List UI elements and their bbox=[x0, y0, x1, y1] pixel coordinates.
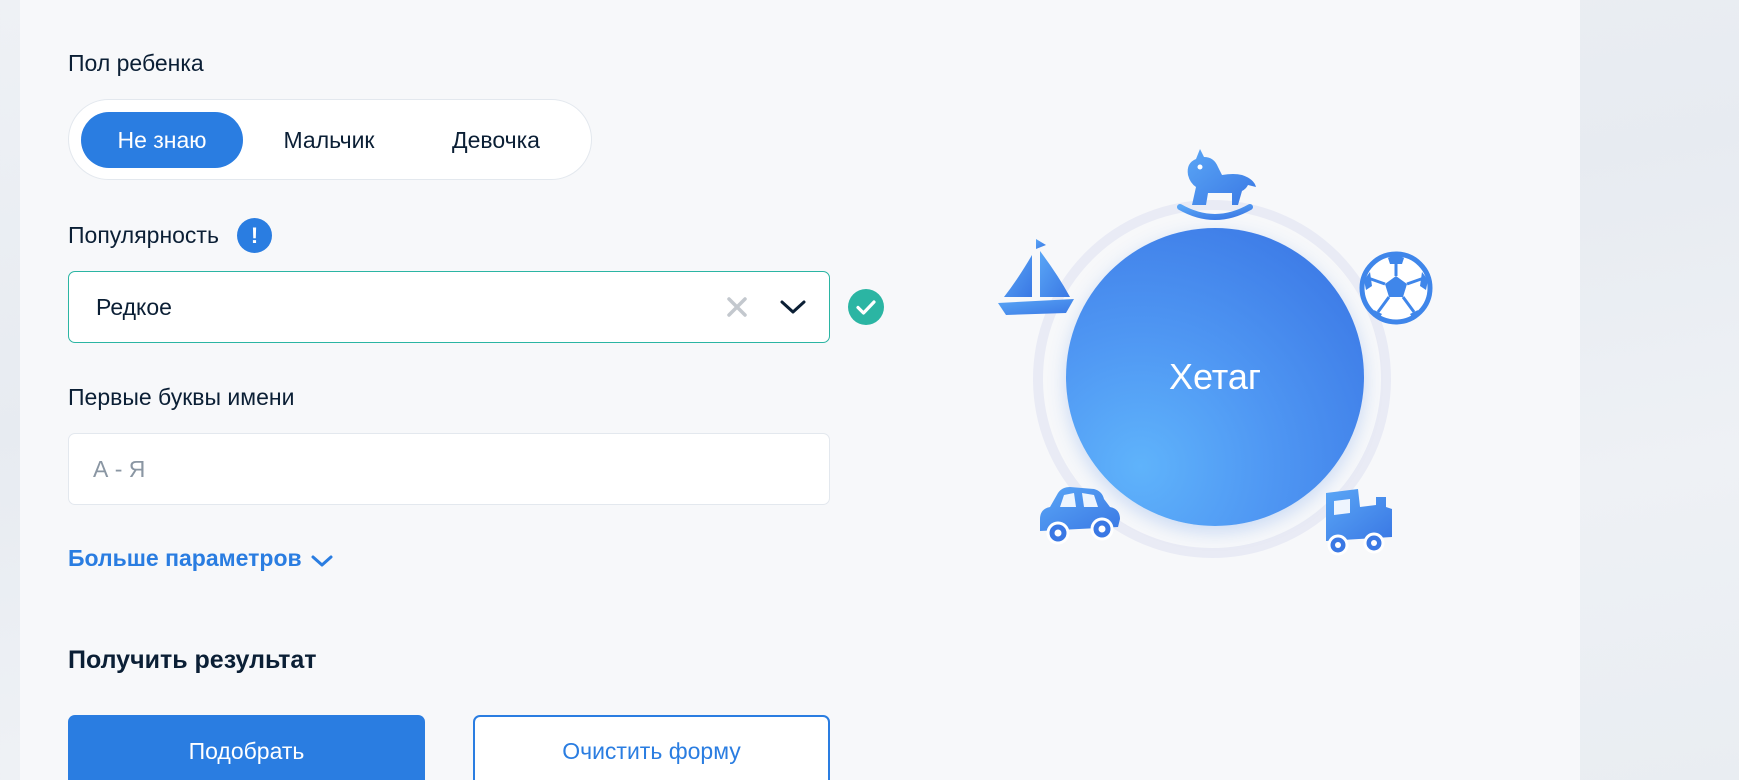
letters-input[interactable] bbox=[68, 433, 830, 505]
gender-segmented-control: Не знаю Мальчик Девочка bbox=[68, 99, 592, 180]
clear-form-button[interactable]: Очистить форму bbox=[473, 715, 830, 780]
chevron-down-icon[interactable] bbox=[778, 295, 808, 319]
submit-button[interactable]: Подобрать bbox=[68, 715, 425, 780]
sailboat-icon bbox=[998, 239, 1074, 315]
more-params-link[interactable]: Больше параметров bbox=[68, 545, 302, 572]
toy-car-icon bbox=[1040, 487, 1120, 545]
clear-icon[interactable] bbox=[724, 294, 750, 320]
letters-label: Первые буквы имени bbox=[68, 384, 295, 410]
popularity-label: Популярность bbox=[68, 222, 219, 248]
toy-train-icon bbox=[1326, 489, 1392, 556]
gender-option-unknown[interactable]: Не знаю bbox=[81, 112, 243, 168]
generated-name: Хетаг bbox=[1168, 356, 1262, 397]
popularity-select[interactable]: Редкое bbox=[68, 271, 830, 343]
popularity-select-value: Редкое bbox=[96, 294, 172, 320]
soccer-ball-icon bbox=[1359, 251, 1433, 325]
gender-label: Пол ребенка bbox=[68, 50, 204, 76]
result-section-title: Получить результат bbox=[68, 646, 317, 674]
name-circle: Хетаг bbox=[1066, 228, 1364, 526]
chevron-down-icon[interactable] bbox=[310, 553, 334, 569]
name-illustration: Хетаг bbox=[990, 140, 1440, 570]
info-icon[interactable]: ! bbox=[237, 218, 272, 253]
rocking-horse-icon bbox=[1177, 149, 1256, 220]
gender-option-girl[interactable]: Девочка bbox=[413, 112, 579, 168]
success-check-icon bbox=[848, 289, 884, 325]
gender-option-boy[interactable]: Мальчик bbox=[249, 112, 409, 168]
